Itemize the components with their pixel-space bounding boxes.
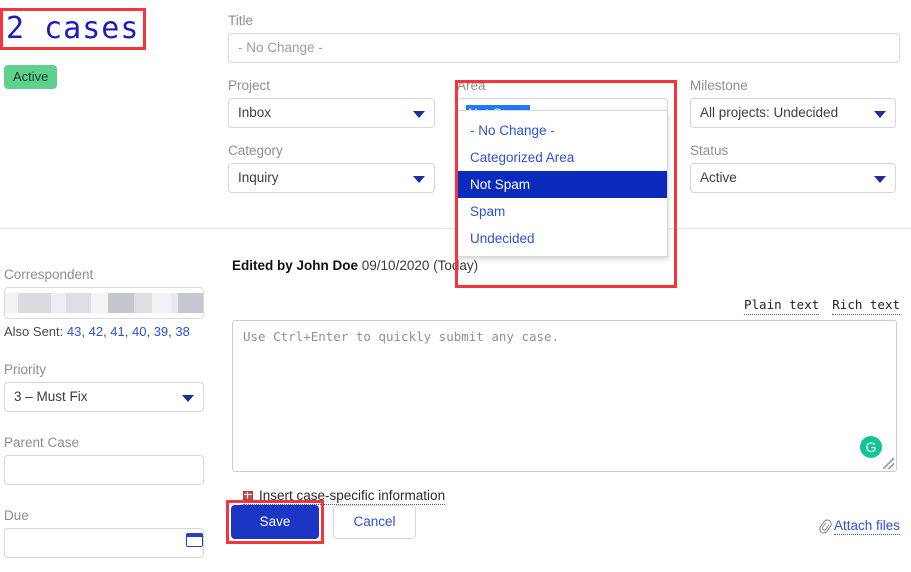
form-actions: Save Cancel (231, 505, 416, 539)
area-label: Area (457, 78, 486, 93)
section-divider (0, 228, 911, 229)
title-field-group: Title - No Change - (228, 12, 900, 63)
case-edit-screen: 2 cases Active Title - No Change - Proje… (0, 0, 911, 558)
resize-handle[interactable] (883, 458, 894, 469)
area-field-group: Area Not Spam - No Change - Categorized … (457, 77, 668, 257)
area-option-selected[interactable]: Not Spam (458, 171, 667, 198)
priority-group: Priority 3 – Must Fix (4, 361, 204, 412)
chevron-down-icon (874, 176, 886, 183)
edited-by-timestamp: 09/10/2020 (Today) (361, 258, 479, 273)
parent-case-input[interactable] (4, 455, 204, 485)
milestone-status-group: Milestone All projects: Undecided Status… (690, 77, 896, 193)
form-row-primary: Project Inbox Category Inquiry Area Not … (228, 77, 900, 257)
paperclip-icon (817, 517, 834, 536)
also-sent-id[interactable]: 39 (154, 324, 168, 339)
due-label: Due (4, 508, 29, 523)
project-field-group: Project Inbox Category Inquiry (228, 77, 435, 193)
title-input[interactable]: - No Change - (228, 33, 900, 63)
due-group: Due (4, 507, 204, 558)
page-title: 2 cases (4, 11, 142, 46)
area-option[interactable]: Spam (458, 198, 667, 225)
due-input[interactable] (4, 528, 204, 558)
parent-case-group: Parent Case (4, 434, 204, 485)
also-sent-id[interactable]: 42 (89, 324, 103, 339)
chevron-down-icon (413, 176, 425, 183)
chevron-down-icon (413, 111, 425, 118)
comment-editor-wrapper: Use Ctrl+Enter to quickly submit any cas… (232, 320, 897, 472)
priority-select[interactable]: 3 – Must Fix (4, 382, 204, 412)
status-value: Active (700, 170, 737, 185)
insert-case-info-link[interactable]: Insert case-specific information (243, 488, 446, 505)
area-option[interactable]: Categorized Area (458, 144, 667, 171)
category-value: Inquiry (238, 170, 279, 185)
title-label: Title (228, 13, 254, 28)
correspondent-input[interactable] (4, 287, 204, 319)
edited-by-line: Edited by John Doe 09/10/2020 (Today) (232, 258, 478, 273)
sidebar-details: Correspondent Also Sent: 43, 42, 41, 40, (4, 266, 204, 572)
text-mode-toggle: Plain text Rich text (744, 297, 900, 315)
tab-plain-text[interactable]: Plain text (744, 297, 820, 315)
project-value: Inbox (238, 105, 272, 120)
also-sent-id[interactable]: 38 (175, 324, 189, 339)
attach-files-link[interactable]: Attach files (817, 517, 900, 536)
also-sent-id[interactable]: 40 (132, 324, 146, 339)
also-sent-line: Also Sent: 43, 42, 41, 40, 39, 38 (4, 324, 190, 339)
area-option-list[interactable]: - No Change - Categorized Area Not Spam … (457, 110, 668, 257)
cancel-button[interactable]: Cancel (333, 505, 416, 539)
correspondent-group: Correspondent Also Sent: 43, 42, 41, 40, (4, 266, 204, 339)
grammarly-icon[interactable]: G (860, 436, 882, 458)
save-button[interactable]: Save (231, 505, 319, 539)
insert-case-info-label: Insert case-specific information (259, 488, 446, 503)
also-sent-id[interactable]: 43 (67, 324, 81, 339)
project-label: Project (228, 78, 271, 93)
table-icon (243, 491, 253, 500)
priority-value: 3 – Must Fix (14, 389, 88, 404)
chevron-down-icon (182, 395, 194, 402)
case-form: Title - No Change - Project Inbox Catego… (228, 12, 900, 257)
chevron-down-icon (874, 111, 886, 118)
area-option[interactable]: - No Change - (458, 117, 667, 144)
milestone-select[interactable]: All projects: Undecided (690, 98, 896, 128)
tab-rich-text[interactable]: Rich text (832, 297, 900, 315)
also-sent-label: Also Sent: (4, 324, 64, 339)
status-select[interactable]: Active (690, 163, 896, 193)
comment-textarea[interactable]: Use Ctrl+Enter to quickly submit any cas… (232, 320, 897, 472)
calendar-icon[interactable] (186, 533, 203, 547)
correspondent-label: Correspondent (4, 267, 94, 282)
edited-by-author: Edited by John Doe (232, 258, 359, 273)
area-option[interactable]: Undecided (458, 225, 667, 252)
category-select[interactable]: Inquiry (228, 163, 435, 193)
status-badge: Active (4, 65, 58, 89)
also-sent-id[interactable]: 41 (110, 324, 124, 339)
comment-placeholder: Use Ctrl+Enter to quickly submit any cas… (243, 329, 560, 344)
status-label: Status (690, 143, 729, 158)
milestone-label: Milestone (690, 78, 748, 93)
project-select[interactable]: Inbox (228, 98, 435, 128)
milestone-value: All projects: Undecided (700, 105, 839, 120)
priority-label: Priority (4, 362, 47, 377)
attach-files-label: Attach files (833, 518, 900, 535)
parent-case-label: Parent Case (4, 435, 80, 450)
category-label: Category (228, 143, 283, 158)
